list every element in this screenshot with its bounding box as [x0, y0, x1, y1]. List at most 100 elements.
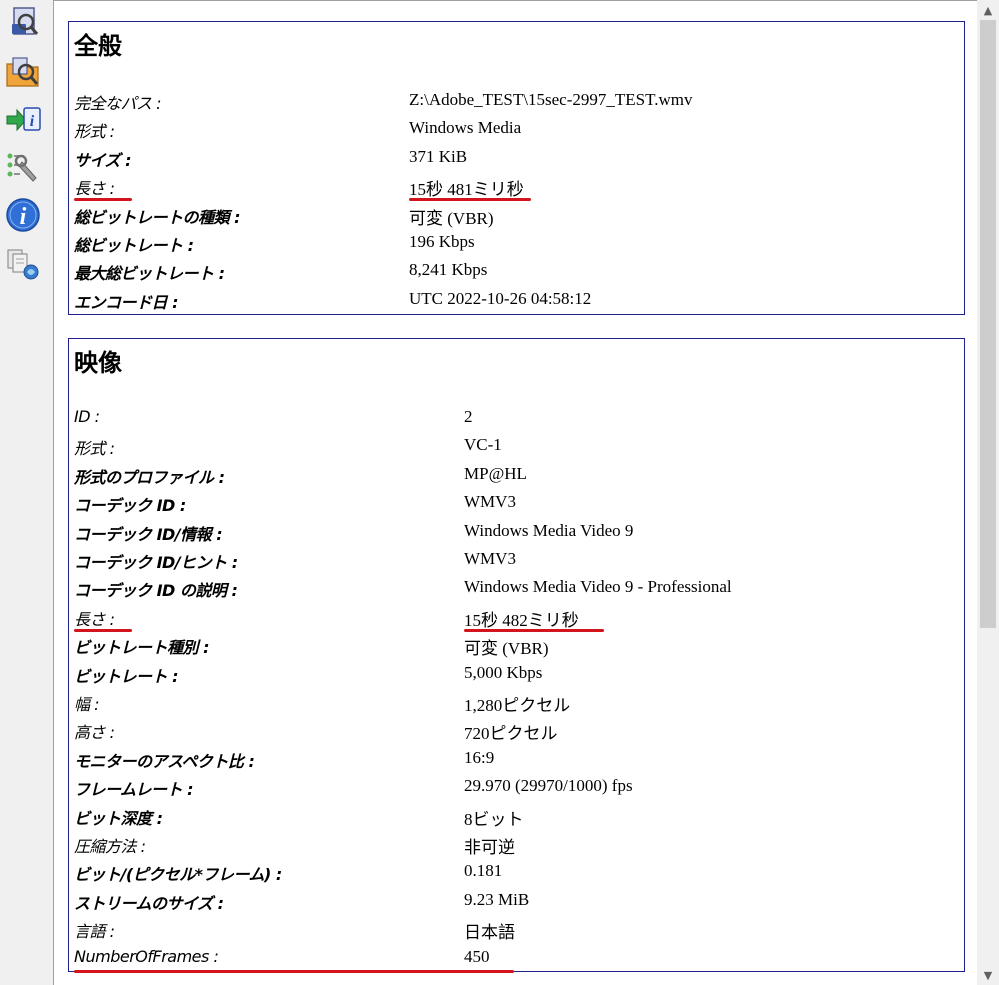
- field-value: 可変 (VBR): [409, 208, 494, 228]
- video-info-row: ID : 2: [74, 405, 954, 433]
- field-label: フレームレート :: [74, 780, 194, 800]
- field-value: Z:\Adobe_TEST\15sec-2997_TEST.wmv: [409, 90, 693, 109]
- field-value: 8,241 Kbps: [409, 260, 488, 280]
- field-value: MP@HL: [464, 463, 527, 483]
- scroll-down-icon[interactable]: ▼: [977, 965, 999, 985]
- video-info-row: ビット/(ピクセル*フレーム) : 0.181: [74, 859, 954, 887]
- preferences-button[interactable]: [4, 148, 42, 186]
- field-label: 形式のプロファイル :: [74, 467, 225, 487]
- field-label: コーデック ID/情報 :: [74, 524, 223, 544]
- field-label: 幅 :: [74, 695, 99, 714]
- general-info-row: 形式 : Windows Media: [74, 116, 954, 144]
- video-info-row: ストリームのサイズ : 9.23 MiB: [74, 888, 954, 916]
- general-section: 全般 完全なパス : Z:\Adobe_TEST\15sec-2997_TEST.…: [68, 21, 965, 315]
- field-label: 言語 :: [74, 922, 115, 942]
- field-value: UTC 2022-10-26 04:58:12: [409, 288, 592, 308]
- field-label: 長さ :: [74, 609, 115, 629]
- export-info-icon: i: [6, 107, 41, 132]
- video-info-row: フレームレート : 29.970 (29970/1000) fps: [74, 774, 954, 802]
- field-label: コーデック ID :: [74, 496, 186, 516]
- open-folder-icon: [6, 57, 39, 87]
- field-value: WMV3: [464, 492, 516, 512]
- info-panel: 全般 完全なパス : Z:\Adobe_TEST\15sec-2997_TEST.…: [53, 0, 977, 985]
- export-button[interactable]: i: [4, 100, 42, 138]
- field-label: 最大総ビットレート :: [74, 264, 225, 284]
- svg-text:i: i: [30, 113, 35, 130]
- video-info-row: 長さ : 15秒 482ミリ秒: [74, 604, 954, 632]
- field-value: 15秒 482ミリ秒: [464, 610, 579, 630]
- general-info-row: 最大総ビットレート : 8,241 Kbps: [74, 258, 954, 286]
- field-value: VC-1: [464, 435, 502, 455]
- field-label: 総ビットレートの種類 :: [74, 207, 240, 227]
- field-value: 8ビット: [464, 809, 524, 829]
- field-label: 形式 :: [74, 439, 115, 459]
- video-info-row: 圧縮方法 : 非可逆: [74, 831, 954, 859]
- video-info-row: 言語 : 日本語: [74, 916, 954, 944]
- field-label: 完全なパス :: [74, 94, 161, 113]
- general-section-title: 全般: [74, 32, 122, 60]
- field-value: 196 Kbps: [409, 232, 475, 251]
- field-value: 5,000 Kbps: [464, 662, 543, 682]
- video-info-row: ビットレート種別 : 可変 (VBR): [74, 632, 954, 660]
- mediainfo-window: i i 全般 完全なパス: Z:\Adobe_TEST\15sec-2997_…: [0, 0, 999, 985]
- video-info-row: ビット深度 : 8ビット: [74, 803, 954, 831]
- video-info-row: 高さ : 720ピクセル: [74, 717, 954, 745]
- field-label: ビットレート種別 :: [74, 638, 209, 658]
- video-info-row: コーデック ID/ヒント : WMV3: [74, 547, 954, 575]
- field-label: コーデック ID/ヒント :: [74, 553, 238, 572]
- field-value: 日本語: [464, 923, 515, 943]
- video-info-row: モニターのアスペクト比 : 16:9: [74, 746, 954, 774]
- open-folder-button[interactable]: [4, 52, 42, 90]
- scroll-up-icon[interactable]: ▲: [977, 0, 999, 20]
- field-label: 総ビットレート :: [74, 236, 194, 255]
- field-label: 長さ :: [74, 179, 115, 199]
- field-label: ビット深度 :: [74, 808, 163, 828]
- highlight-underline: [74, 969, 514, 973]
- field-label: エンコード日 :: [74, 292, 178, 312]
- field-label: コーデック ID の説明 :: [74, 581, 238, 601]
- video-info-row: 形式 : VC-1: [74, 433, 954, 461]
- field-value: Windows Media: [409, 118, 522, 138]
- general-info-row: 長さ : 15秒 481ミリ秒: [74, 173, 954, 202]
- field-value: 9.23 MiB: [464, 889, 530, 909]
- knowledge-button[interactable]: [4, 244, 42, 282]
- field-value: 1,280ピクセル: [464, 696, 571, 715]
- video-section-title: 映像: [74, 349, 122, 377]
- field-label: ビット/(ピクセル*フレーム) :: [74, 865, 282, 885]
- about-button[interactable]: i: [4, 196, 42, 234]
- general-info-row: エンコード日 : UTC 2022-10-26 04:58:12: [74, 287, 954, 315]
- field-value: 0.181: [464, 861, 503, 881]
- field-value: 可変 (VBR): [464, 639, 549, 659]
- general-info-row: 完全なパス : Z:\Adobe_TEST\15sec-2997_TEST.wmv: [74, 88, 954, 116]
- field-value: 720ピクセル: [464, 724, 558, 744]
- field-value: Windows Media Video 9 - Professional: [464, 577, 732, 597]
- field-label: サイズ :: [74, 150, 132, 170]
- field-value: Windows Media Video 9: [464, 520, 634, 540]
- general-info-row: 総ビットレート : 196 Kbps: [74, 230, 954, 258]
- field-value: 29.970 (29970/1000) fps: [464, 776, 633, 796]
- vertical-scrollbar[interactable]: ▲ ▼: [977, 0, 999, 985]
- field-value: 371 KiB: [409, 146, 468, 166]
- video-info-row: コーデック ID/情報 : Windows Media Video 9: [74, 519, 954, 547]
- field-value: 450: [464, 946, 490, 966]
- video-info-row: NumberOfFrames : 450: [74, 945, 954, 973]
- field-value: 2: [464, 407, 473, 426]
- field-value: WMV3: [464, 549, 516, 568]
- video-info-row: 形式のプロファイル : MP@HL: [74, 462, 954, 490]
- field-value: 15秒 481ミリ秒: [409, 180, 524, 200]
- video-info-row: ビットレート : 5,000 Kbps: [74, 661, 954, 689]
- field-label: 形式 :: [74, 122, 115, 142]
- video-section: 映像 ID : 2 形式 : VC-1 形式のプロファイル : MP@HL コーデック ID…: [68, 338, 965, 973]
- open-file-icon: [12, 7, 39, 35]
- general-info-row: サイズ : 371 KiB: [74, 145, 954, 173]
- field-value: 16:9: [464, 747, 495, 767]
- video-info-row: コーデック ID : WMV3: [74, 490, 954, 518]
- scroll-thumb[interactable]: [980, 20, 996, 628]
- preferences-icon: [7, 153, 37, 182]
- svg-text:i: i: [20, 204, 27, 230]
- field-label: NumberOfFrames :: [74, 946, 219, 966]
- open-file-button[interactable]: [4, 4, 42, 42]
- video-info-row: 幅 : 1,280ピクセル: [74, 689, 954, 717]
- knowledge-icon: [7, 249, 39, 280]
- field-label: ビットレート :: [74, 666, 178, 686]
